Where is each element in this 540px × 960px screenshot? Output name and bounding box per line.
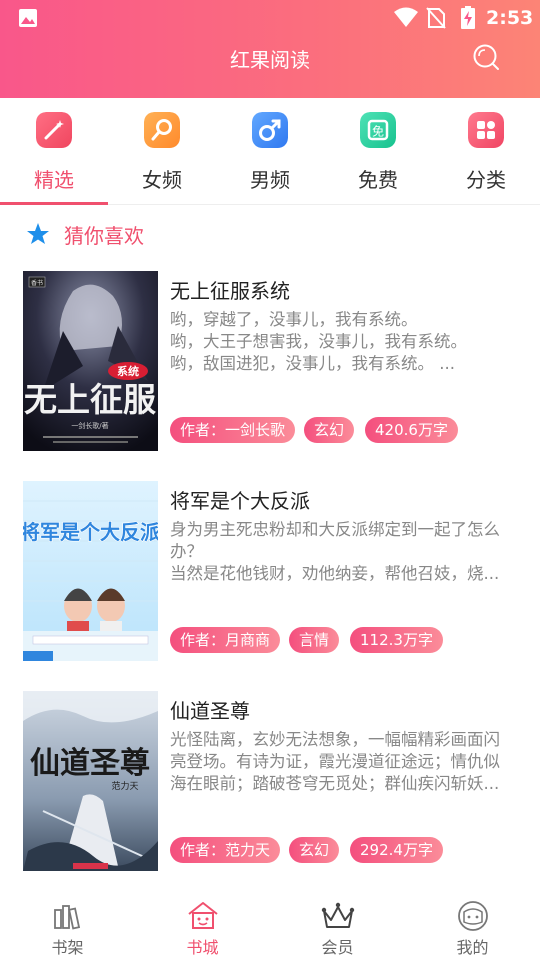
- desc-line: 光怪陆离，玄妙无法想象，一幅幅精彩画面闪: [170, 730, 500, 749]
- tab-label: 男频: [250, 168, 290, 192]
- tab-label: 免费: [358, 168, 398, 192]
- word-count-tag: 420.6万字: [365, 417, 458, 443]
- genre-tag[interactable]: 玄幻: [289, 837, 340, 863]
- desc-line: 身为男主死忠粉却和大反派绑定到一起了怎么: [170, 520, 500, 539]
- desc-line: 哟，大王子想害我，没事儿，我有系统。: [170, 332, 467, 351]
- nav-label: 书城: [186, 938, 219, 957]
- crown-icon: [321, 902, 355, 928]
- bookshelf-icon: [54, 905, 81, 930]
- cover-title: 仙道圣尊: [30, 746, 150, 781]
- cover-title: 无上征服: [24, 380, 156, 419]
- book-title: 仙道圣尊: [170, 699, 250, 723]
- magic-wand-icon: [36, 112, 72, 148]
- category-grid-icon: [468, 112, 504, 148]
- wifi-icon: [394, 7, 418, 27]
- bookstore-house-icon: [188, 902, 218, 929]
- desc-line: 海在眼前；踏破苍穹无觅处；群仙疾闪斩妖...: [170, 774, 500, 793]
- section-title: 猜你喜欢: [64, 224, 144, 248]
- genre-tag[interactable]: 玄幻: [304, 417, 355, 443]
- book-description: 身为男主死忠粉却和大反派绑定到一起了怎么 办？ 当然是花他钱财，劝他纳妾，帮他召…: [170, 519, 515, 591]
- author-tag[interactable]: 作者：月商商: [170, 627, 281, 653]
- word-count-tag: 292.4万字: [350, 837, 443, 863]
- nav-bookshelf[interactable]: 书架: [0, 880, 135, 960]
- author-tag[interactable]: 作者：范力天: [170, 837, 281, 863]
- publisher-mark: 香书: [31, 279, 43, 287]
- gallery-notification-icon: [19, 9, 37, 27]
- book-description: 光怪陆离，玄妙无法想象，一幅幅精彩画面闪 亮登场。有诗为证，霞光漫道征途远；情仇…: [170, 729, 515, 801]
- book-card[interactable]: 仙道圣尊 范力天 仙道圣尊 光怪陆离，玄妙无法想象，一幅幅精彩画面闪 亮登场。有…: [0, 691, 540, 881]
- free-icon: 免: [360, 112, 396, 148]
- tab-free[interactable]: 免 免费: [324, 98, 432, 204]
- book-cover-art: 香书 系统 无上征服 一剑长歌/著: [23, 271, 158, 451]
- tab-female[interactable]: 女频: [108, 98, 216, 204]
- book-cover-art: 仙道圣尊 范力天: [23, 691, 158, 871]
- author-tag[interactable]: 作者：一剑长歌: [170, 417, 296, 443]
- book-card[interactable]: 将军是个大反派 将军是个大反派 身为男主死忠粉却和大反派绑定到一起了怎么 办？ …: [0, 481, 540, 671]
- app-title: 红果阅读: [230, 48, 310, 72]
- word-count-tag: 112.3万字: [350, 627, 443, 653]
- nav-label: 书架: [51, 938, 84, 957]
- no-sim-icon: [426, 7, 446, 29]
- genre-tag[interactable]: 言情: [289, 627, 340, 653]
- nav-bookstore[interactable]: 书城: [135, 880, 270, 960]
- svg-text:免: 免: [372, 124, 384, 139]
- tab-featured[interactable]: 精选: [0, 98, 108, 204]
- nav-label: 会员: [321, 938, 354, 957]
- cover-badge: 系统: [117, 364, 139, 378]
- male-icon: [252, 112, 288, 148]
- book-card[interactable]: 香书 系统 无上征服 一剑长歌/著 无上征服系统 哟，穿越了，没事儿，我有系统。…: [0, 271, 540, 461]
- bottom-navigation: 书架 书城 会员 我的: [0, 880, 540, 960]
- nav-label: 我的: [456, 938, 489, 957]
- book-cover: 仙道圣尊 范力天: [23, 691, 158, 871]
- cover-author: 范力天: [111, 780, 138, 792]
- desc-line: 办？: [170, 542, 203, 561]
- book-cover: 香书 系统 无上征服 一剑长歌/著: [23, 271, 158, 451]
- book-cover: 将军是个大反派: [23, 481, 158, 661]
- desc-line: 亮登场。有诗为证，霞光漫道征途远；情仇似: [170, 752, 500, 771]
- header: 2:53 红果阅读: [0, 0, 540, 98]
- tab-label: 精选: [34, 168, 74, 192]
- tab-categories[interactable]: 分类: [432, 98, 540, 204]
- book-title: 将军是个大反派: [170, 489, 310, 513]
- tab-label: 分类: [466, 168, 506, 192]
- status-time: 2:53: [486, 7, 534, 29]
- tab-label: 女频: [142, 168, 182, 192]
- nav-profile[interactable]: 我的: [405, 880, 540, 960]
- star-icon: [27, 223, 49, 244]
- battery-charging-icon: [461, 6, 475, 29]
- profile-face-icon: [458, 901, 488, 931]
- nav-membership[interactable]: 会员: [270, 880, 405, 960]
- book-cover-art: 将军是个大反派: [23, 481, 158, 661]
- bookstore-screen: { "status_bar": { "time": "2:53" }, "app…: [0, 0, 540, 960]
- female-icon: [144, 112, 180, 148]
- book-description: 哟，穿越了，没事儿，我有系统。 哟，大王子想害我，没事儿，我有系统。 哟，敌国进…: [170, 309, 515, 381]
- active-tab-indicator: [0, 202, 108, 205]
- category-tabs: 精选 女频 男频 免 免费 分类: [0, 98, 540, 204]
- cover-author: 一剑长歌/著: [71, 421, 108, 430]
- cover-title: 将军是个大反派: [23, 520, 158, 544]
- book-title: 无上征服系统: [170, 279, 290, 303]
- desc-line: 哟，敌国进犯，没事儿，我有系统。 ...: [170, 354, 455, 373]
- status-bar: 2:53: [0, 0, 540, 36]
- desc-line: 当然是花他钱财，劝他纳妾，帮他召妓，烧...: [170, 564, 500, 583]
- tab-male[interactable]: 男频: [216, 98, 324, 204]
- desc-line: 哟，穿越了，没事儿，我有系统。: [170, 310, 418, 329]
- search-icon[interactable]: [468, 40, 504, 76]
